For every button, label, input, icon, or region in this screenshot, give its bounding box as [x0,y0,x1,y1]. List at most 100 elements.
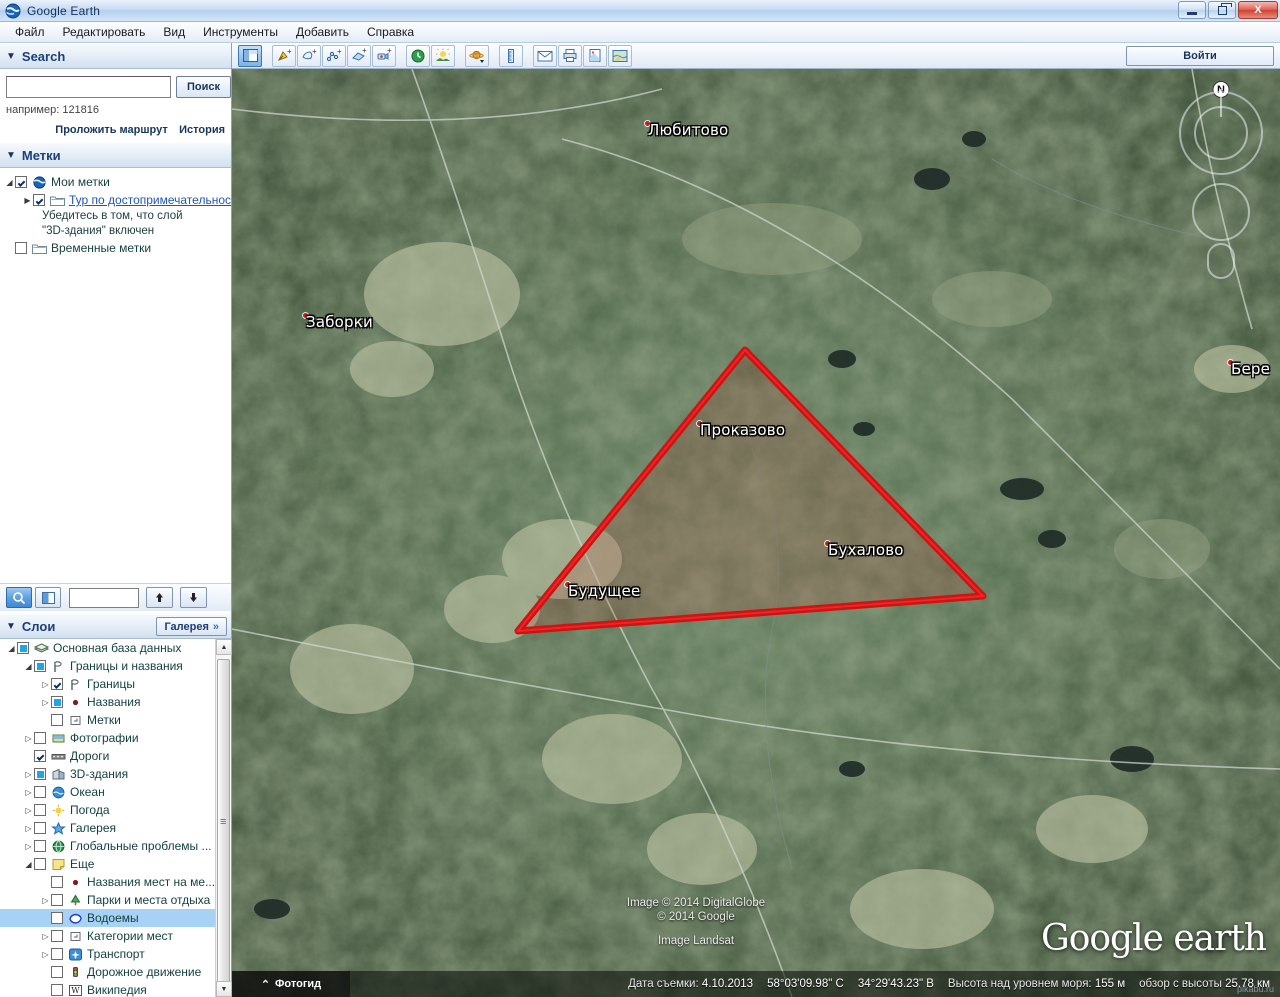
red-triangle-overlay[interactable] [232,69,1280,997]
layer-checkbox[interactable] [34,786,46,798]
maximize-button[interactable] [1208,1,1236,19]
menu-edit[interactable]: Редактировать [54,23,155,41]
places-panel-header[interactable]: ▼ Метки [0,142,231,168]
expand-arrow-icon[interactable]: ▷ [40,680,51,689]
map-label-zaborki[interactable]: Заборки [306,313,373,331]
view-in-maps-icon[interactable] [608,44,632,67]
layers-tree-item[interactable]: ▷ Глобальные проблемы ... [0,837,231,855]
layer-checkbox[interactable] [34,858,46,870]
layers-tree-item[interactable]: ◢ Еще [0,855,231,873]
expand-arrow-icon[interactable]: ▷ [23,806,34,815]
expand-arrow-icon[interactable]: ▷ [40,698,51,707]
collapse-arrow-icon[interactable]: ◢ [4,178,15,187]
scroll-down-button[interactable]: ▼ [216,981,232,997]
expand-arrow-icon[interactable]: ▷ [23,788,34,797]
historical-imagery-icon[interactable] [406,44,430,67]
layer-checkbox[interactable] [51,930,63,942]
expand-arrow-icon[interactable]: ▷ [40,950,51,959]
layers-tree-item[interactable]: Дорожное движение [0,963,231,981]
layers-tree-item[interactable]: ◢ Границы и названия [0,657,231,675]
layer-checkbox[interactable] [51,714,63,726]
map-viewport[interactable]: Любитово Заборки Проказово Бухалово Будущее Б… [232,69,1280,997]
layer-checkbox[interactable] [51,912,63,924]
layers-tree-item[interactable]: ▷ Галерея [0,819,231,837]
layers-tree-item[interactable]: ▷ Океан [0,783,231,801]
minimize-button[interactable] [1178,1,1206,19]
layer-checkbox[interactable] [17,642,29,654]
collapse-arrow-icon[interactable]: ◢ [6,644,17,653]
layer-checkbox[interactable] [51,894,63,906]
layer-checkbox[interactable] [51,678,63,690]
pan-ring[interactable] [1192,183,1250,241]
layer-checkbox[interactable] [34,750,46,762]
layers-tree-item[interactable]: ▷ Погода [0,801,231,819]
layer-checkbox[interactable] [51,966,63,978]
layers-tree-item[interactable]: Названия мест на ме... [0,873,231,891]
move-up-button[interactable] [146,587,173,608]
places-tree-item[interactable]: ◢ Мои метки [4,173,231,191]
expand-arrow-icon[interactable]: ▷ [23,770,34,779]
expand-arrow-icon[interactable]: ▷ [23,824,34,833]
layer-checkbox[interactable] [51,696,63,708]
expand-arrow-icon[interactable]: ▷ [40,896,51,905]
get-directions-link[interactable]: Проложить маршрут [55,124,167,136]
layers-tree-item[interactable]: ▷ Категории мест [0,927,231,945]
sign-in-button[interactable]: Войти [1126,46,1274,66]
expand-arrow-icon[interactable]: ▷ [40,932,51,941]
ruler-icon[interactable] [499,44,523,67]
map-label-buhalovo[interactable]: Бухалово [828,541,904,559]
layers-tree-item[interactable]: Метки [0,711,231,729]
layer-checkbox[interactable] [51,984,63,996]
search-button[interactable]: Поиск [176,76,232,98]
layer-checkbox[interactable] [34,768,46,780]
layers-tree-item[interactable]: ▷ 3D-здания [0,765,231,783]
layer-checkbox[interactable] [34,804,46,816]
magnifier-toggle[interactable] [6,587,32,608]
map-label-budushchee[interactable]: Будущее [568,582,640,600]
layer-checkbox[interactable] [34,840,46,852]
layers-tree-item[interactable]: W Википедия [0,981,231,997]
layer-checkbox[interactable] [34,822,46,834]
collapse-arrow-icon[interactable]: ◢ [23,662,34,671]
gallery-button[interactable]: Галерея » [156,617,227,636]
panel-toggle[interactable] [35,587,61,608]
places-item-label[interactable]: Тур по достопримечательнос [69,193,231,207]
places-tree-item[interactable]: Временные метки [4,239,231,257]
photo-guide-button[interactable]: ⌃ Фотогид [232,971,350,997]
add-polygon-icon[interactable]: + [297,44,321,67]
layer-checkbox[interactable] [51,876,63,888]
layers-tree-item[interactable]: ◢ Основная база данных [0,639,231,657]
add-path-icon[interactable]: + [322,44,346,67]
layers-tree-item[interactable]: ▷ Фотографии [0,729,231,747]
layers-scrollbar[interactable]: ▲ ▼ [215,639,232,997]
layers-tree-item[interactable]: Водоемы [0,909,231,927]
menu-view[interactable]: Вид [154,23,194,41]
layers-tree-item[interactable]: Дороги [0,747,231,765]
history-link[interactable]: История [179,124,225,136]
expand-arrow-icon[interactable]: ▷ [23,842,34,851]
places-tree-item[interactable]: ▶ Тур по достопримечательнос [4,191,231,209]
places-item-checkbox[interactable] [15,242,27,254]
add-image-overlay-icon[interactable]: + [347,44,371,67]
expand-arrow-icon[interactable]: ▶ [22,196,33,205]
menu-tools[interactable]: Инструменты [194,23,287,41]
layer-checkbox[interactable] [51,948,63,960]
planet-switch-icon[interactable] [465,44,489,67]
layers-tree-item[interactable]: ▷ Транспорт [0,945,231,963]
menu-file[interactable]: Файл [6,23,54,41]
sidebar-filter-input[interactable] [69,587,139,608]
search-panel-header[interactable]: ▼ Search [0,43,231,69]
zoom-slider[interactable] [1207,243,1235,279]
move-down-button[interactable] [180,587,207,608]
close-button[interactable]: X [1238,1,1278,19]
map-label-lyubitovo[interactable]: Любитово [648,121,728,139]
save-image-icon[interactable] [583,44,607,67]
menu-add[interactable]: Добавить [287,23,358,41]
layers-tree-item[interactable]: ▷ Парки и места отдыха [0,891,231,909]
sunlight-icon[interactable] [431,44,455,67]
map-label-prokazovo[interactable]: Проказово [700,421,785,439]
navigation-compass[interactable]: N [1176,81,1266,291]
print-icon[interactable] [558,44,582,67]
add-placemark-icon[interactable]: + [272,44,296,67]
search-input[interactable] [6,76,171,98]
